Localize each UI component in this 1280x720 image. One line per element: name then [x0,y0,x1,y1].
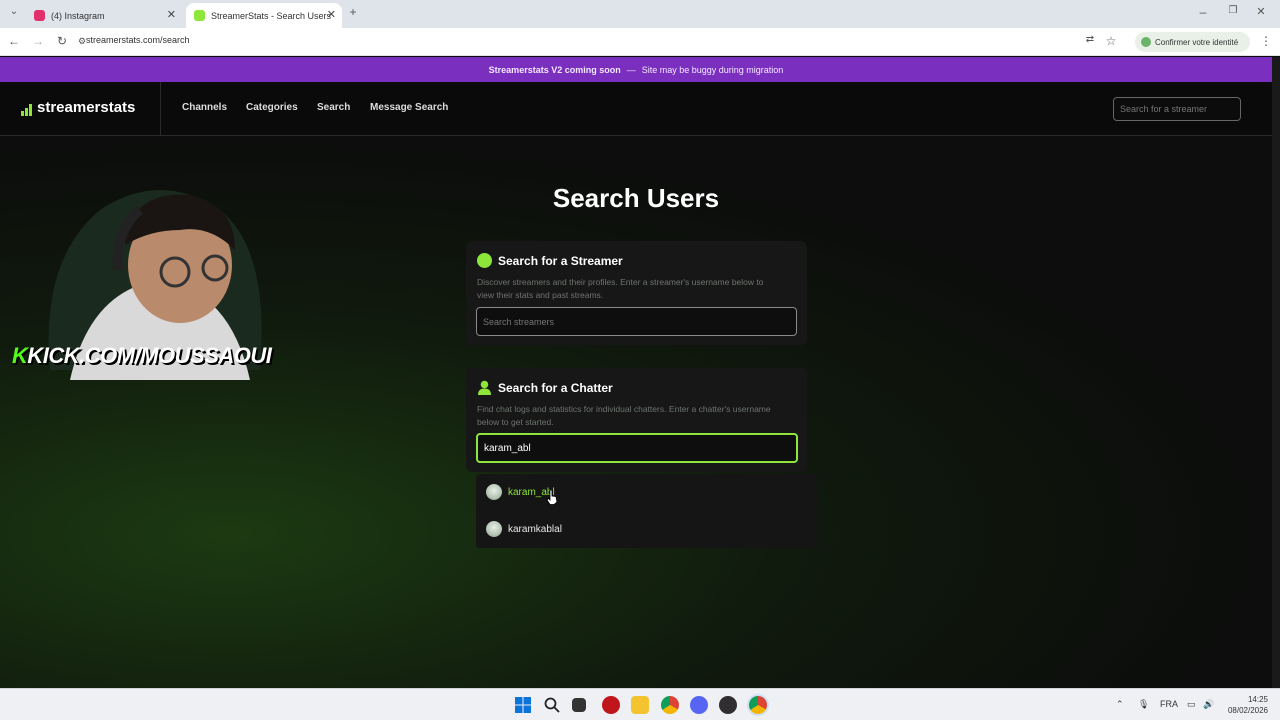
announcement-banner: Streamerstats V2 coming soon — Site may … [0,57,1272,82]
browser-tab-bar: ⌄ (4) Instagram ✕ StreamerStats - Search… [0,0,1280,28]
minimize-icon[interactable]: – [1195,5,1211,19]
menu-dots-icon[interactable]: ⋮ [1258,34,1274,48]
kick-url-text: KICK.COM/MOUSSAOUI [27,343,272,368]
tab-streamerstats[interactable]: StreamerStats - Search Users ✕ [186,3,342,28]
logo-text: streamerstats [37,99,136,116]
chatter-card-description: Find chat logs and statistics for indivi… [477,404,771,427]
volume-icon[interactable]: 🔊 [1203,699,1214,710]
avatar [486,484,502,500]
clock-time: 14:25 [1247,695,1268,704]
windows-taskbar: ⌃ 🎙 FRA ▭ 🔊 14:25 08/02/2026 [0,688,1280,720]
identity-button[interactable]: Confirmer votre identité [1135,32,1250,52]
nav-channels[interactable]: Channels [182,102,227,113]
profile-icon [1141,37,1151,47]
tab-label: StreamerStats - Search Users [211,10,332,21]
tray-chevron-icon[interactable]: ⌃ [1116,699,1124,710]
chatter-card-title: Search for a Chatter [498,381,613,395]
language-indicator[interactable]: FRA [1160,699,1178,709]
search-icon[interactable] [543,696,561,714]
network-icon[interactable]: ▭ [1187,699,1196,710]
suggestion-item[interactable]: karamkablal [486,519,562,539]
suggestion-item[interactable]: karam_abl [486,482,555,502]
header-search-input[interactable] [1113,97,1241,121]
reload-icon[interactable]: ↻ [54,34,70,48]
tab-list-chevron-icon[interactable]: ⌄ [6,6,22,17]
app-red-icon[interactable] [602,696,620,714]
streamerstats-favicon-icon [194,10,205,21]
back-icon[interactable]: ← [6,34,22,48]
suggestion-name: karamkablal [508,523,562,535]
address-bar[interactable]: streamerstats.com/search [86,35,190,45]
kick-logo-icon: K [12,343,28,368]
restore-icon[interactable]: ❐ [1225,5,1241,16]
banner-text: Site may be buggy during migration [641,64,784,75]
close-tab-icon[interactable]: ✕ [327,8,336,21]
nav-search[interactable]: Search [317,102,350,113]
site-header: streamerstats Channels Categories Search… [0,82,1272,136]
kick-channel-overlay: KKICK.COM/MOUSSAOUI [12,343,272,369]
chatter-search-card: Search for a Chatter Find chat logs and … [466,368,807,472]
logo-bars-icon [21,104,33,116]
hand-cursor-icon [546,489,558,505]
windows-start-icon[interactable] [514,696,532,714]
obs-icon[interactable] [719,696,737,714]
streamer-card-description: Discover streamers and their profiles. E… [477,277,764,300]
chrome-icon[interactable] [661,696,679,714]
instagram-favicon-icon [34,10,45,21]
close-window-icon[interactable]: ✕ [1253,5,1269,18]
page-title: Search Users [552,183,720,213]
chatter-search-input[interactable] [476,433,798,463]
translate-icon[interactable]: ⇄ [1082,34,1098,45]
file-explorer-icon[interactable] [631,696,649,714]
nav-categories[interactable]: Categories [246,102,298,113]
chatter-suggestions-dropdown: karam_abl karamkablal [476,474,818,548]
page-scrollbar[interactable] [1272,57,1280,688]
bookmark-star-icon[interactable]: ☆ [1103,34,1119,48]
banner-dash: — [626,64,636,75]
new-tab-icon[interactable]: + [345,5,361,19]
discord-icon[interactable] [690,696,708,714]
streamer-card-title: Search for a Streamer [498,254,623,268]
user-icon [478,380,491,395]
forward-icon[interactable]: → [30,34,46,48]
nav-divider [160,82,161,136]
clock[interactable]: 14:25 08/02/2026 [1222,694,1268,716]
avatar [486,521,502,537]
chrome-active-icon[interactable] [749,696,767,714]
microphone-icon[interactable]: 🎙 [1138,699,1149,710]
clock-date: 08/02/2026 [1227,706,1268,715]
site-logo[interactable]: streamerstats [21,99,135,116]
tab-label: (4) Instagram [51,10,105,21]
identity-label: Confirmer votre identité [1155,37,1239,47]
task-view-icon[interactable] [572,698,586,712]
browser-toolbar: ← → ↻ ⚙ streamerstats.com/search ⇄ ☆ Con… [0,28,1280,56]
nav-message-search[interactable]: Message Search [370,102,448,113]
banner-title: Streamerstats V2 coming soon [488,64,621,75]
close-tab-icon[interactable]: ✕ [167,8,176,21]
streamer-search-card: Search for a Streamer Discover streamers… [466,241,807,345]
tab-instagram[interactable]: (4) Instagram ✕ [26,3,182,28]
green-dot-icon [477,253,492,268]
streamer-search-input[interactable] [476,307,797,336]
